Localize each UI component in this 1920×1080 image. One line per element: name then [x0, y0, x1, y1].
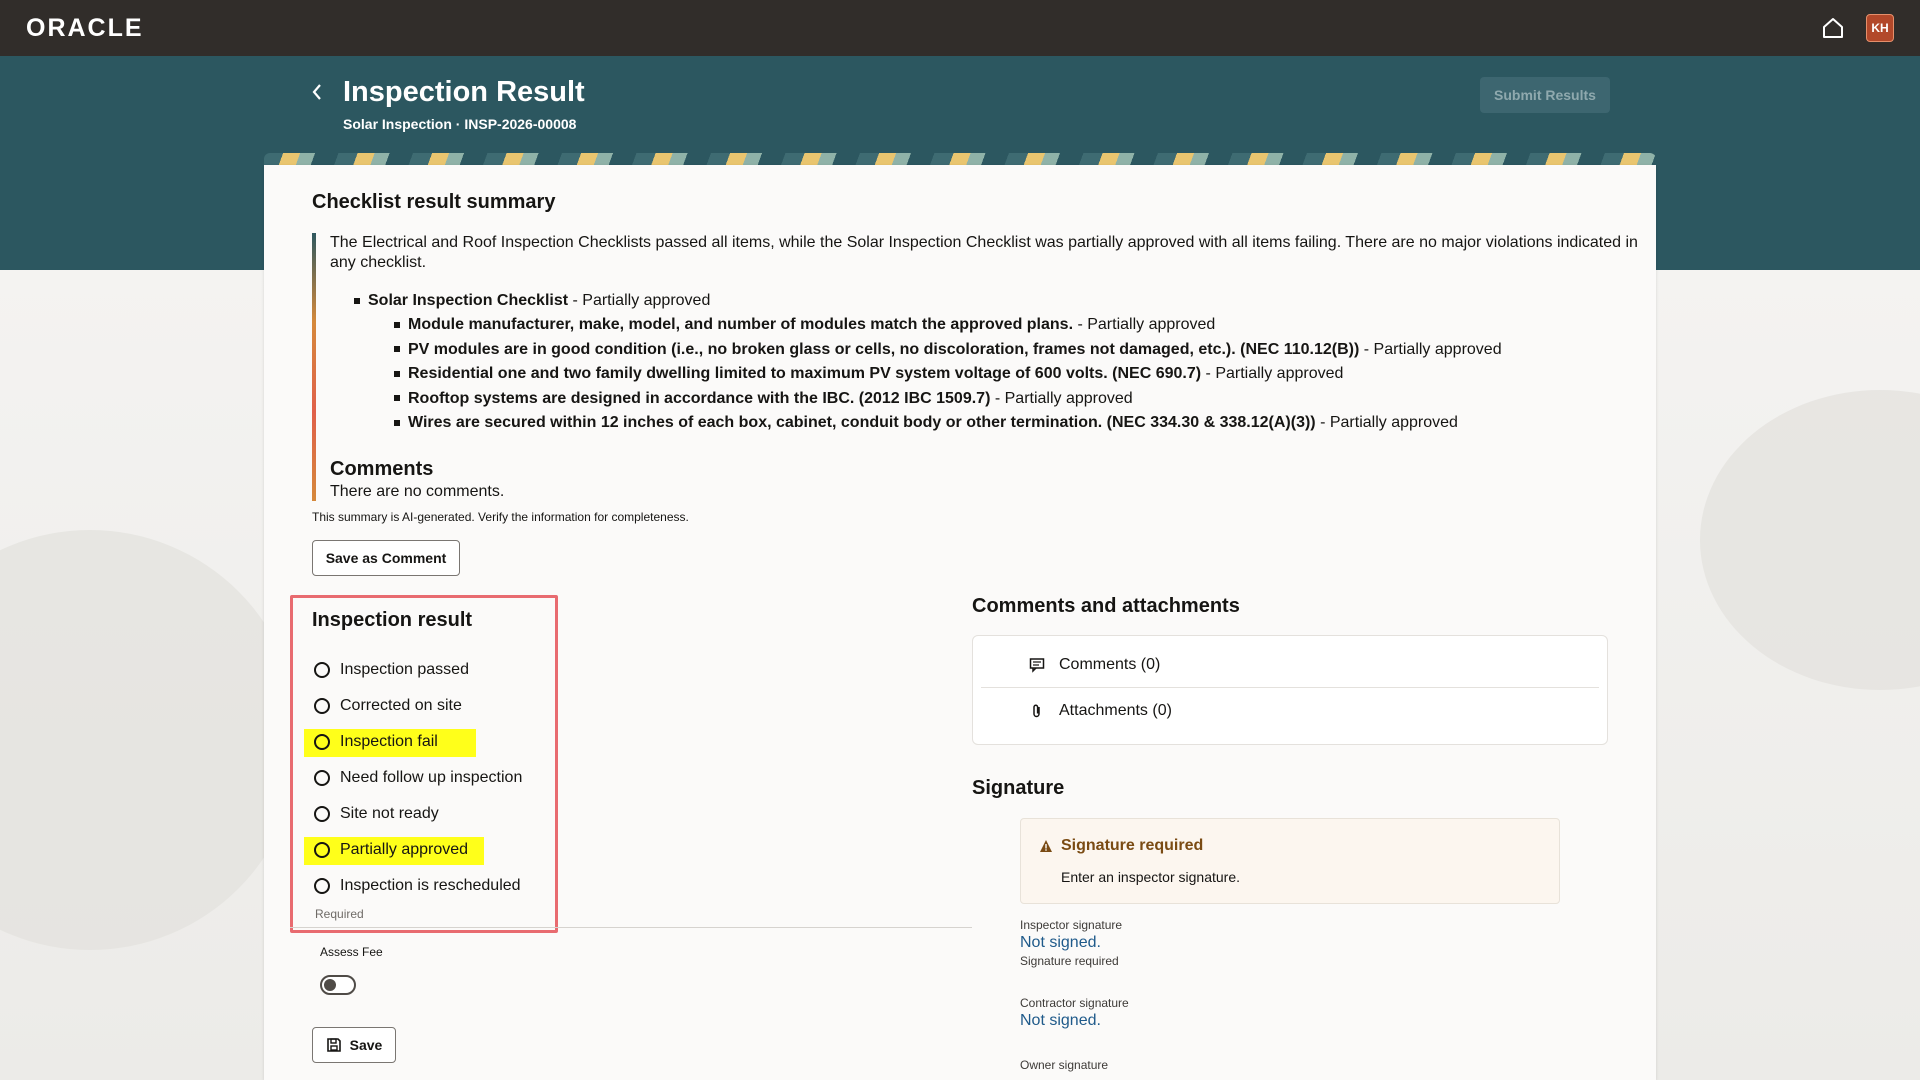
- assess-fee-toggle[interactable]: [320, 975, 356, 995]
- checklist-status: - Partially approved: [568, 292, 711, 309]
- summary-comments-heading: Comments: [330, 457, 434, 480]
- home-icon[interactable]: [1820, 15, 1846, 41]
- radio-need-follow-up[interactable]: Need follow up inspection: [310, 760, 522, 796]
- inspector-signature-link[interactable]: Not signed.: [1020, 934, 1122, 952]
- avatar[interactable]: KH: [1866, 14, 1894, 42]
- checklist-name: Solar Inspection Checklist: [368, 292, 569, 309]
- checklist-subitem: Rooftop systems are designed in accordan…: [394, 387, 1656, 412]
- summary-title: Checklist result summary: [312, 191, 556, 213]
- radio-label: Inspection passed: [340, 661, 469, 678]
- save-button[interactable]: Save: [312, 1027, 396, 1063]
- inspection-result-radio-group: Inspection passed Corrected on site Insp…: [304, 652, 522, 904]
- checklist-subitem: Wires are secured within 12 inches of ea…: [394, 411, 1656, 436]
- radio-circle-icon[interactable]: [314, 878, 330, 894]
- radio-label: Site not ready: [340, 805, 439, 822]
- oracle-logo[interactable]: ORACLE: [26, 14, 144, 43]
- radio-circle-icon[interactable]: [314, 770, 330, 786]
- radio-circle-icon[interactable]: [314, 842, 330, 858]
- subitem-status: - Partially approved: [1201, 365, 1344, 382]
- radio-partially-approved[interactable]: Partially approved: [304, 832, 522, 868]
- bullet-icon: [394, 346, 400, 353]
- comments-link[interactable]: Comments (0): [981, 642, 1599, 688]
- radio-label: Corrected on site: [340, 697, 462, 714]
- checklist-subitem: Module manufacturer, make, model, and nu…: [394, 313, 1656, 338]
- checklist-subitem: Residential one and two family dwelling …: [394, 362, 1656, 387]
- subitem-text: Residential one and two family dwelling …: [408, 365, 1202, 382]
- alert-heading: Signature required: [1039, 837, 1203, 855]
- contractor-signature: Contractor signature Not signed.: [1020, 996, 1129, 1030]
- owner-signature: Owner signature: [1020, 1058, 1108, 1072]
- bullet-icon: [394, 370, 400, 377]
- signature-alert: Signature required Enter an inspector si…: [1020, 818, 1560, 904]
- top-bar: ORACLE KH: [0, 0, 1920, 56]
- page-header: Inspection Result Solar Inspection · INS…: [305, 74, 1610, 144]
- save-as-comment-button[interactable]: Save as Comment: [312, 540, 460, 576]
- summary-box: The Electrical and Roof Inspection Check…: [312, 233, 1656, 501]
- divider: [290, 927, 972, 928]
- subitem-status: - Partially approved: [990, 389, 1133, 407]
- toggle-knob: [324, 979, 336, 991]
- chevron-left-icon: [312, 84, 321, 100]
- radio-site-not-ready[interactable]: Site not ready: [310, 796, 522, 832]
- inspection-result-title: Inspection result: [312, 609, 473, 631]
- radio-label: Partially approved: [340, 841, 469, 858]
- radio-circle-icon[interactable]: [314, 662, 330, 678]
- bullet-icon: [394, 395, 400, 402]
- alert-text: Enter an inspector signature.: [1061, 869, 1240, 885]
- radio-circle-icon[interactable]: [314, 698, 330, 714]
- checklist-item: Solar Inspection Checklist - Partially a…: [354, 291, 1656, 311]
- radio-corrected-on-site[interactable]: Corrected on site: [310, 688, 522, 724]
- subitem-status: - Partially approved: [1315, 414, 1458, 431]
- page-title: Inspection Result: [343, 76, 585, 108]
- contractor-signature-label: Contractor signature: [1020, 996, 1129, 1010]
- bullet-icon: [354, 297, 360, 304]
- checklist-subitem: PV modules are in good condition (i.e., …: [394, 338, 1656, 363]
- comments-attachments-title: Comments and attachments: [972, 595, 1240, 617]
- back-button[interactable]: [305, 80, 329, 104]
- assess-fee-label: Assess Fee: [320, 945, 383, 959]
- warning-icon: [1040, 840, 1052, 852]
- comments-label: Comments (0): [1059, 655, 1161, 673]
- page-subtitle: Solar Inspection · INSP-2026-00008: [343, 116, 577, 132]
- radio-inspection-passed[interactable]: Inspection passed: [310, 652, 522, 688]
- save-icon: [326, 1038, 341, 1052]
- radio-inspection-fail[interactable]: Inspection fail: [304, 724, 522, 760]
- inspector-signature-label: Inspector signature: [1020, 918, 1123, 932]
- save-label: Save: [349, 1037, 383, 1053]
- radio-circle-icon[interactable]: [314, 734, 330, 750]
- inspector-signature-required: Signature required: [1020, 954, 1119, 968]
- radio-label: Need follow up inspection: [340, 769, 523, 786]
- bullet-icon: [394, 321, 400, 328]
- paperclip-icon: [1033, 704, 1040, 718]
- attachments-link[interactable]: Attachments (0): [981, 688, 1599, 734]
- radio-circle-icon[interactable]: [314, 806, 330, 822]
- ai-generated-note: This summary is AI-generated. Verify the…: [312, 510, 689, 524]
- radio-label: Inspection fail: [340, 733, 438, 750]
- top-bar-actions: KH: [1820, 14, 1894, 42]
- alert-title: Signature required: [1061, 837, 1204, 854]
- contractor-signature-link[interactable]: Not signed.: [1020, 1012, 1129, 1030]
- subitem-status: - Partially approved: [1073, 316, 1216, 333]
- summary-intro: The Electrical and Roof Inspection Check…: [330, 234, 1638, 271]
- radio-rescheduled[interactable]: Inspection is rescheduled: [310, 868, 522, 904]
- subitem-text: Module manufacturer, make, model, and nu…: [408, 316, 1074, 333]
- radio-label: Inspection is rescheduled: [340, 877, 521, 894]
- comments-attachments-panel: Comments (0) Attachments (0): [972, 635, 1608, 745]
- submit-results-button[interactable]: Submit Results: [1480, 77, 1610, 113]
- required-note: Required: [315, 907, 364, 921]
- bullet-icon: [394, 419, 400, 426]
- subitem-text: PV modules are in good condition (i.e., …: [408, 340, 1360, 358]
- decorative-strip: [264, 153, 1656, 165]
- signature-title: Signature: [972, 777, 1065, 799]
- comment-icon: [1029, 657, 1045, 673]
- subitem-text: Rooftop systems are designed in accordan…: [408, 389, 991, 407]
- summary-comments-text: There are no comments.: [330, 482, 505, 500]
- subitem-text: Wires are secured within 12 inches of ea…: [408, 414, 1316, 431]
- inspector-signature: Inspector signature Not signed. Signatur…: [1020, 918, 1122, 968]
- owner-signature-label: Owner signature: [1020, 1058, 1109, 1072]
- subitem-status: - Partially approved: [1359, 340, 1502, 358]
- main-card: Checklist result summary The Electrical …: [264, 165, 1656, 1080]
- attachments-label: Attachments (0): [1059, 702, 1172, 719]
